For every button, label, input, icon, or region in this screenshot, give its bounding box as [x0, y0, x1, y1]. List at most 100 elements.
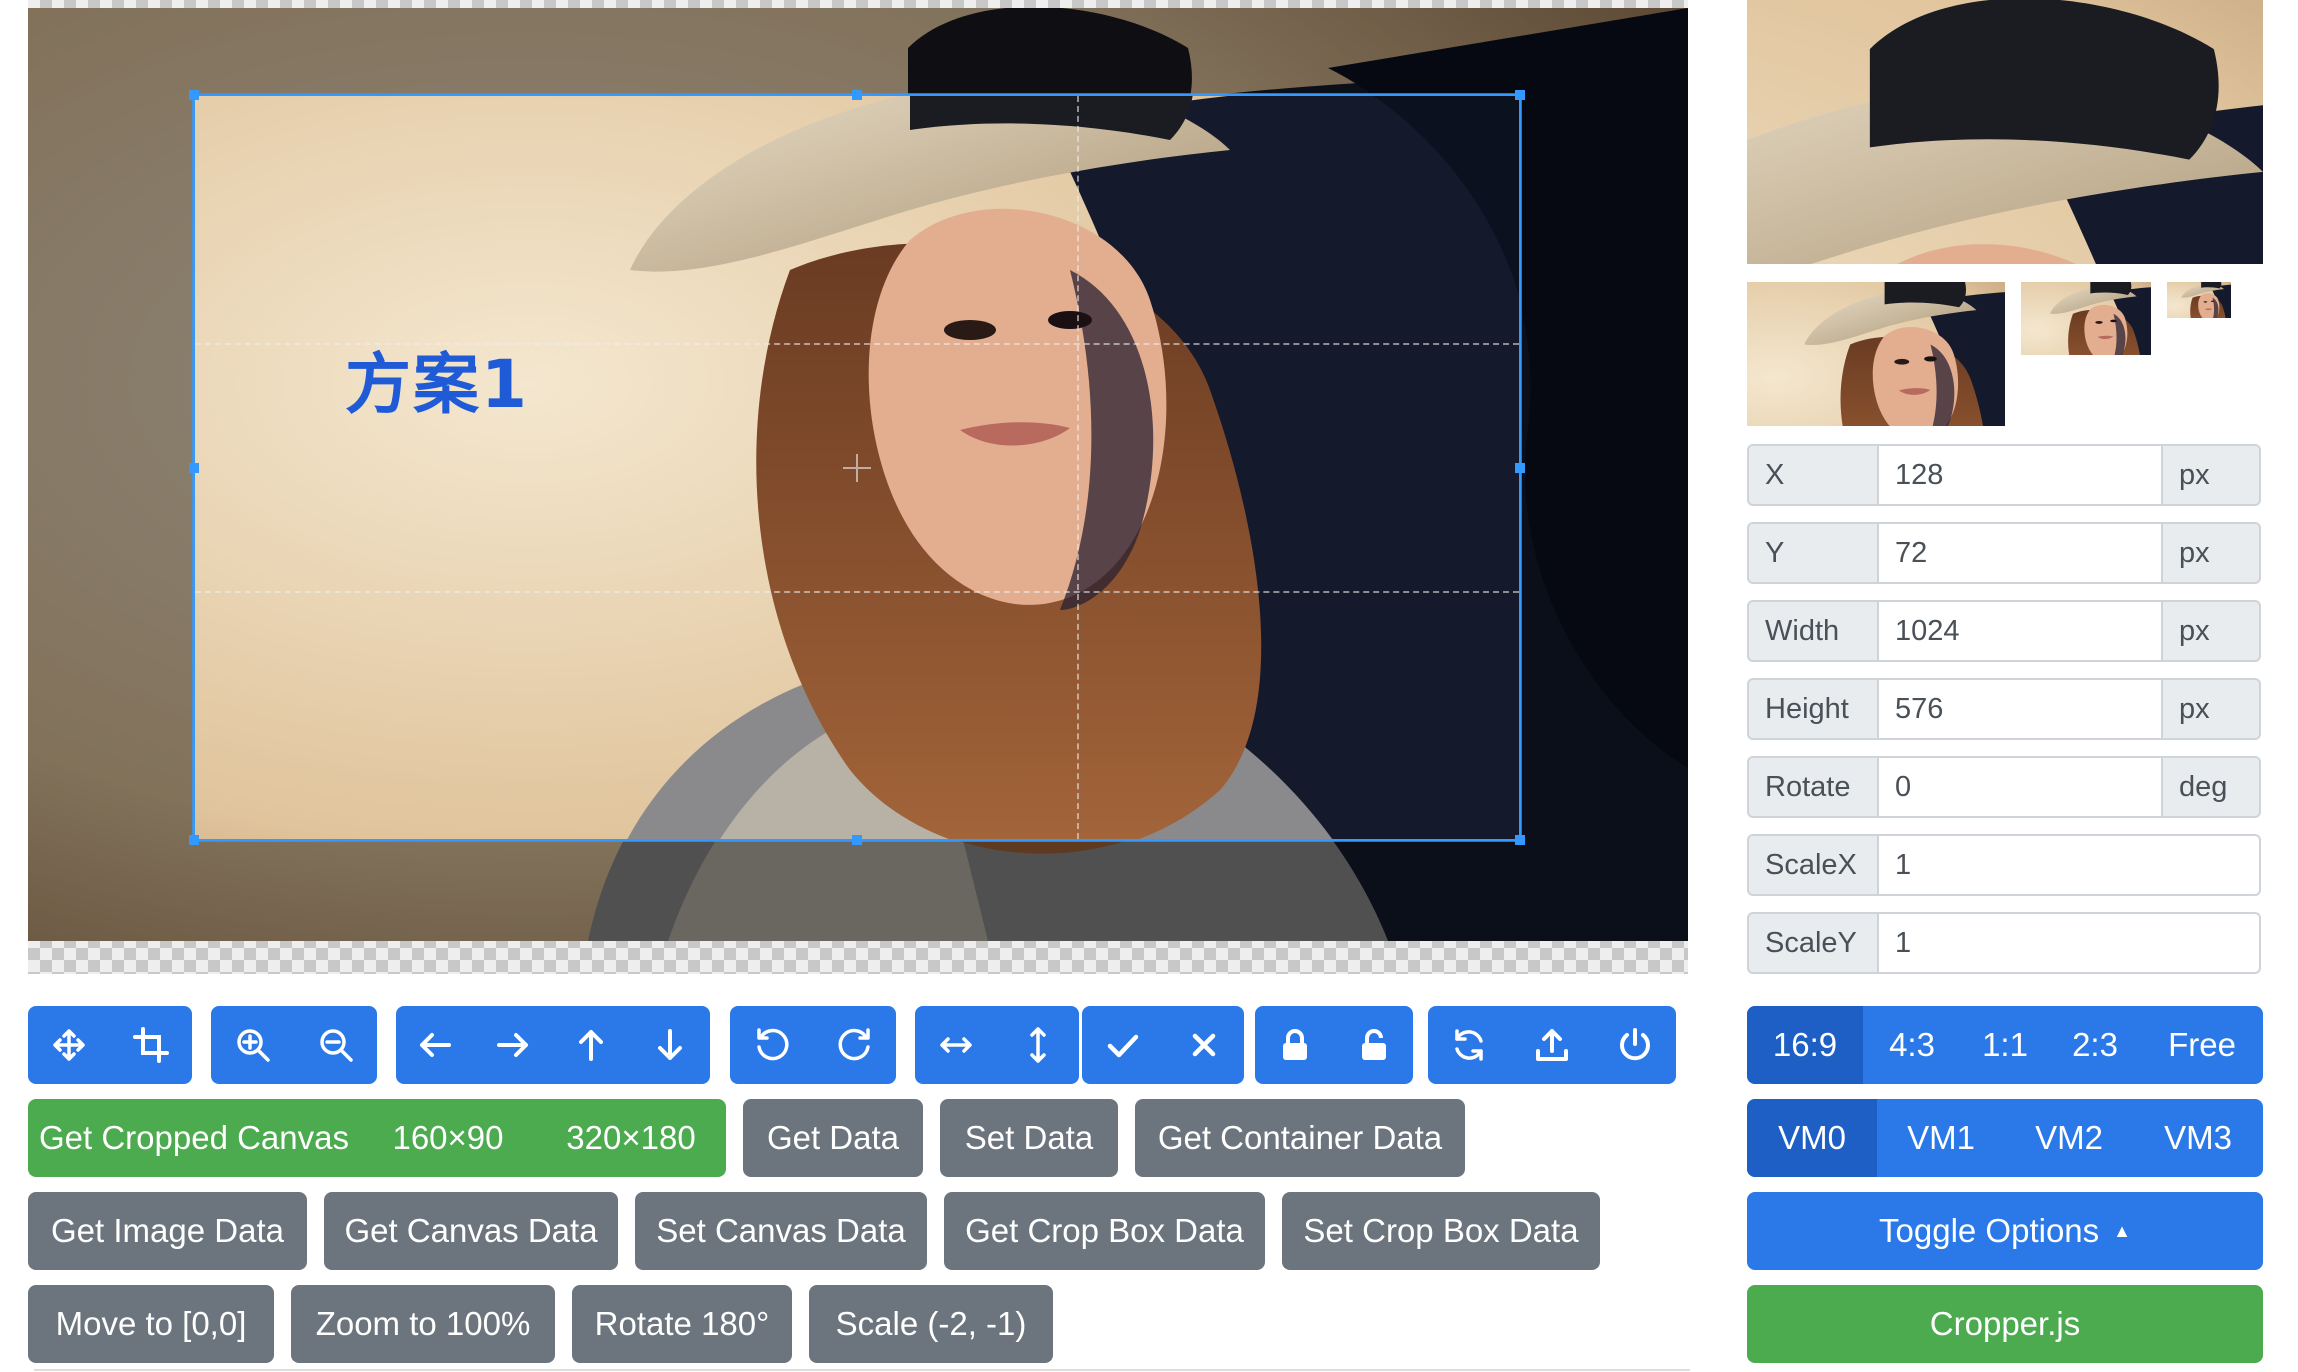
- crop-handle-w[interactable]: [189, 462, 199, 473]
- cropperjs-button[interactable]: Cropper.js: [1747, 1285, 2263, 1363]
- disable-button[interactable]: [1255, 1006, 1334, 1084]
- field-width-unit: px: [2163, 600, 2261, 662]
- field-x-label: X: [1747, 444, 1877, 506]
- field-y-label: Y: [1747, 522, 1877, 584]
- rotate-right-icon: [835, 1025, 875, 1065]
- view-mode-1-button[interactable]: VM1: [1877, 1099, 2005, 1177]
- get-crop-box-data-button[interactable]: Get Crop Box Data: [944, 1192, 1265, 1270]
- crop-handle-e[interactable]: [1515, 462, 1525, 473]
- crop-mode-button[interactable]: [110, 1006, 192, 1084]
- cropped-canvas-160-button[interactable]: 160×90: [360, 1099, 536, 1177]
- move-to-origin-button[interactable]: Move to [0,0]: [28, 1285, 274, 1363]
- field-x: X 128 px: [1747, 444, 2261, 506]
- clear-button[interactable]: [1163, 1006, 1244, 1084]
- field-x-input[interactable]: 128: [1877, 444, 2163, 506]
- get-image-data-button[interactable]: Get Image Data: [28, 1192, 307, 1270]
- get-cropped-canvas-button[interactable]: Get Cropped Canvas: [28, 1099, 360, 1177]
- field-scalex-input[interactable]: 1: [1877, 834, 2261, 896]
- enable-button[interactable]: [1334, 1006, 1413, 1084]
- cropped-canvas-group: Get Cropped Canvas 160×90 320×180: [28, 1099, 726, 1177]
- upload-icon: [1532, 1025, 1572, 1065]
- mode-button-group: [28, 1006, 192, 1084]
- crop-icon: [131, 1025, 171, 1065]
- flip-horizontal-button[interactable]: [915, 1006, 997, 1084]
- toggle-options-label: Toggle Options: [1879, 1212, 2100, 1249]
- field-rotate: Rotate 0 deg: [1747, 756, 2261, 818]
- view-mode-2-button[interactable]: VM2: [2005, 1099, 2133, 1177]
- move-right-button[interactable]: [474, 1006, 552, 1084]
- crop-box[interactable]: 方案1: [189, 90, 1525, 845]
- field-width-input[interactable]: 1024: [1877, 600, 2163, 662]
- crop-handle-ne[interactable]: [1515, 90, 1525, 100]
- crop-handle-n[interactable]: [852, 90, 862, 100]
- field-width-label: Width: [1747, 600, 1877, 662]
- set-crop-box-data-button[interactable]: Set Crop Box Data: [1282, 1192, 1600, 1270]
- get-canvas-data-button[interactable]: Get Canvas Data: [324, 1192, 618, 1270]
- flip-vertical-button[interactable]: [997, 1006, 1079, 1084]
- zoom-out-icon: [316, 1025, 356, 1065]
- power-icon: [1615, 1025, 1655, 1065]
- flip-vertical-icon: [1018, 1025, 1058, 1065]
- toggle-options-button[interactable]: Toggle Options ▲: [1747, 1192, 2263, 1270]
- reset-button[interactable]: [1428, 1006, 1510, 1084]
- set-data-button[interactable]: Set Data: [940, 1099, 1118, 1177]
- crop-handle-se[interactable]: [1515, 835, 1525, 845]
- misc-button-group: [1428, 1006, 1676, 1084]
- check-icon: [1103, 1025, 1143, 1065]
- upload-image-button[interactable]: [1510, 1006, 1594, 1084]
- crop-button[interactable]: [1082, 1006, 1163, 1084]
- aspect-free-button[interactable]: Free: [2141, 1006, 2263, 1084]
- rotate-right-button[interactable]: [813, 1006, 896, 1084]
- field-scalex-label: ScaleX: [1747, 834, 1877, 896]
- move-arrows-icon: [49, 1025, 89, 1065]
- field-y-input[interactable]: 72: [1877, 522, 2163, 584]
- field-y: Y 72 px: [1747, 522, 2261, 584]
- arrow-left-icon: [415, 1025, 455, 1065]
- scale-button[interactable]: Scale (-2, -1): [809, 1285, 1053, 1363]
- field-scaley-label: ScaleY: [1747, 912, 1877, 974]
- set-canvas-data-button[interactable]: Set Canvas Data: [635, 1192, 927, 1270]
- aspect-2-3-button[interactable]: 2:3: [2049, 1006, 2141, 1084]
- crop-canvas[interactable]: 方案1: [28, 0, 1688, 974]
- view-mode-group: VM0 VM1 VM2 VM3: [1747, 1099, 2263, 1177]
- field-width: Width 1024 px: [1747, 600, 2261, 662]
- field-x-unit: px: [2163, 444, 2261, 506]
- destroy-button[interactable]: [1594, 1006, 1676, 1084]
- zoom-button-group: [211, 1006, 377, 1084]
- move-mode-button[interactable]: [28, 1006, 110, 1084]
- field-rotate-input[interactable]: 0: [1877, 756, 2163, 818]
- overlay-text: 方案1: [345, 346, 529, 423]
- get-data-button[interactable]: Get Data: [743, 1099, 923, 1177]
- aspect-4-3-button[interactable]: 4:3: [1863, 1006, 1961, 1084]
- rotate-180-button[interactable]: Rotate 180°: [572, 1285, 792, 1363]
- zoom-in-icon: [233, 1025, 273, 1065]
- preview-xsmall: [2167, 282, 2231, 318]
- field-height-label: Height: [1747, 678, 1877, 740]
- field-height-input[interactable]: 576: [1877, 678, 2163, 740]
- get-container-data-button[interactable]: Get Container Data: [1135, 1099, 1465, 1177]
- cropped-canvas-320-button[interactable]: 320×180: [536, 1099, 726, 1177]
- crop-center-mark: [843, 453, 871, 482]
- arrow-up-icon: [571, 1025, 611, 1065]
- zoom-in-button[interactable]: [211, 1006, 294, 1084]
- view-mode-0-button[interactable]: VM0: [1747, 1099, 1877, 1177]
- move-up-button[interactable]: [552, 1006, 630, 1084]
- preview-large: [1747, 0, 2263, 264]
- aspect-1-1-button[interactable]: 1:1: [1961, 1006, 2049, 1084]
- crop-handle-s[interactable]: [852, 835, 862, 845]
- field-scaley-input[interactable]: 1: [1877, 912, 2261, 974]
- zoom-out-button[interactable]: [294, 1006, 377, 1084]
- aspect-16-9-button[interactable]: 16:9: [1747, 1006, 1863, 1084]
- rotate-button-group: [730, 1006, 896, 1084]
- move-down-button[interactable]: [630, 1006, 710, 1084]
- move-left-button[interactable]: [396, 1006, 474, 1084]
- field-rotate-label: Rotate: [1747, 756, 1877, 818]
- view-mode-3-button[interactable]: VM3: [2133, 1099, 2263, 1177]
- rotate-left-button[interactable]: [730, 1006, 813, 1084]
- field-y-unit: px: [2163, 522, 2261, 584]
- crop-handle-nw[interactable]: [189, 90, 199, 100]
- arrow-down-icon: [650, 1025, 690, 1065]
- zoom-to-100-button[interactable]: Zoom to 100%: [291, 1285, 555, 1363]
- close-icon: [1184, 1025, 1224, 1065]
- crop-handle-sw[interactable]: [189, 835, 199, 845]
